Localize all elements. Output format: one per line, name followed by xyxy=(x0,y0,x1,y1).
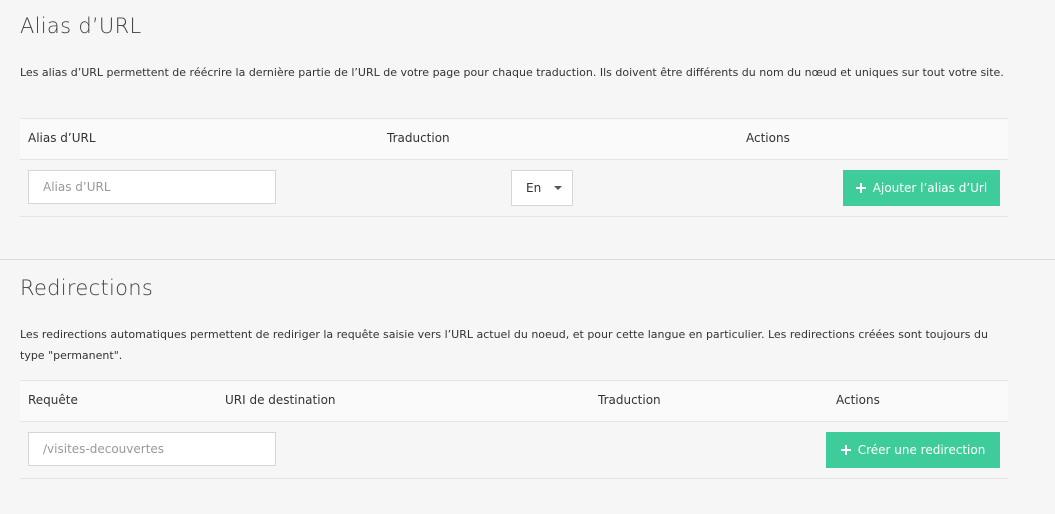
caret-down-icon xyxy=(554,186,562,190)
plus-icon xyxy=(840,445,851,455)
create-redirect-button[interactable]: Créer une redirection xyxy=(826,432,1000,468)
add-alias-button-label: Ajouter l’alias d’Url xyxy=(872,181,988,195)
column-header-requete: Requête xyxy=(28,393,78,407)
create-redirect-button-label: Créer une redirection xyxy=(857,443,986,457)
plus-icon xyxy=(855,183,866,193)
alias-section-description: Les alias d’URL permettent de réécrire l… xyxy=(20,66,1004,79)
language-select[interactable]: En xyxy=(511,170,573,206)
column-header-traduction: Traduction xyxy=(598,393,661,407)
column-header-traduction: Traduction xyxy=(387,131,450,145)
alias-section-title: Alias d’URL xyxy=(20,14,142,38)
column-header-uri-destination: URI de destination xyxy=(225,393,336,407)
alias-section: Alias d’URL Les alias d’URL permettent d… xyxy=(0,0,1055,259)
redirect-section: Redirections Les redirections automatiqu… xyxy=(0,260,1055,514)
column-header-alias: Alias d’URL xyxy=(28,131,96,145)
column-header-actions: Actions xyxy=(836,393,880,407)
column-header-actions: Actions xyxy=(746,131,790,145)
redirect-input-row: Créer une redirection xyxy=(20,422,1008,479)
alias-input-row: En Ajouter l’alias d’Url xyxy=(20,160,1008,217)
alias-table-header: Alias d’URL Traduction Actions xyxy=(20,118,1008,160)
alias-input[interactable] xyxy=(28,170,276,204)
redirect-section-title: Redirections xyxy=(20,276,154,300)
redirect-request-input[interactable] xyxy=(28,432,276,466)
language-select-value: En xyxy=(526,181,542,195)
redirect-section-description: Les redirections automatiques permettent… xyxy=(20,328,988,362)
add-alias-button[interactable]: Ajouter l’alias d’Url xyxy=(843,170,1000,206)
redirect-table-header: Requête URI de destination Traduction Ac… xyxy=(20,380,1008,422)
